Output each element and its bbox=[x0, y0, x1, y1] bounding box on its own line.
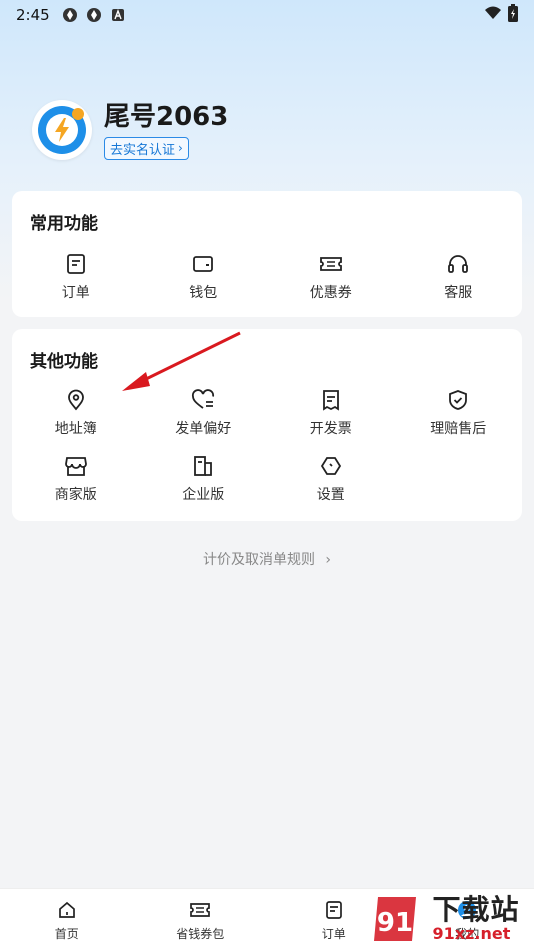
watermark-logo-text: 91 bbox=[377, 908, 413, 938]
nav-home[interactable]: 首页 bbox=[0, 889, 134, 950]
annotation-arrow bbox=[122, 331, 241, 391]
nav-label: 首页 bbox=[54, 927, 79, 941]
watermark-brand: 下载站 bbox=[432, 893, 520, 926]
watermark-logo-icon: 91 bbox=[374, 897, 417, 941]
nav-label: 省钱券包 bbox=[176, 927, 225, 941]
watermark-site: 91xz.net bbox=[432, 924, 511, 943]
home-icon bbox=[56, 899, 78, 921]
watermark: 91 下载站 91xz.net bbox=[354, 888, 534, 950]
order-icon bbox=[323, 899, 345, 921]
nav-coupon-pack[interactable]: 省钱券包 bbox=[134, 889, 268, 950]
nav-label: 订单 bbox=[321, 927, 346, 941]
coupon-pack-icon bbox=[189, 899, 211, 921]
